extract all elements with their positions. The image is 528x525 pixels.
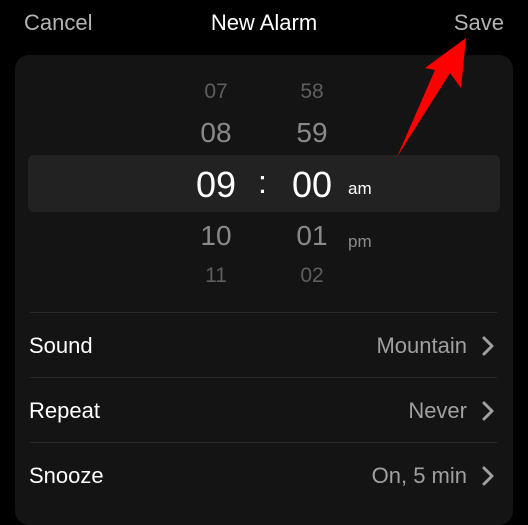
row-value: Never <box>408 398 467 423</box>
hour-option[interactable]: 11 <box>175 264 257 288</box>
save-button[interactable]: Save <box>454 10 504 36</box>
hour-selected[interactable]: 09 <box>175 164 257 206</box>
row-label: Repeat <box>29 398 100 423</box>
settings-row-sound[interactable]: Sound Mountain <box>15 313 513 377</box>
time-picker[interactable]: 07 08 09 10 11 : 58 59 00 01 02 am pm <box>15 55 513 310</box>
row-value: Mountain <box>376 333 467 358</box>
row-label: Sound <box>29 333 93 358</box>
time-separator: : <box>258 164 267 200</box>
hour-option[interactable]: 10 <box>175 220 257 252</box>
chevron-right-icon <box>482 466 494 486</box>
hour-option[interactable]: 08 <box>175 117 257 149</box>
period-pm[interactable]: pm <box>348 232 388 252</box>
minute-option[interactable]: 01 <box>271 220 353 252</box>
chevron-right-icon <box>482 336 494 356</box>
alarm-settings-panel: 07 08 09 10 11 : 58 59 00 01 02 am pm So… <box>15 55 513 525</box>
settings-row-repeat[interactable]: Repeat Never <box>15 378 513 442</box>
period-am[interactable]: am <box>348 179 388 199</box>
hour-option[interactable]: 07 <box>175 80 257 104</box>
minute-option[interactable]: 02 <box>271 264 353 288</box>
settings-row-snooze[interactable]: Snooze On, 5 min <box>15 443 513 507</box>
minute-selected[interactable]: 00 <box>271 164 353 206</box>
navigation-bar: Cancel New Alarm Save <box>0 0 528 50</box>
minute-option[interactable]: 59 <box>271 117 353 149</box>
page-title: New Alarm <box>210 10 318 35</box>
row-value: On, 5 min <box>371 463 467 488</box>
chevron-right-icon <box>482 401 494 421</box>
row-label: Snooze <box>29 463 104 488</box>
minute-option[interactable]: 58 <box>271 80 353 104</box>
